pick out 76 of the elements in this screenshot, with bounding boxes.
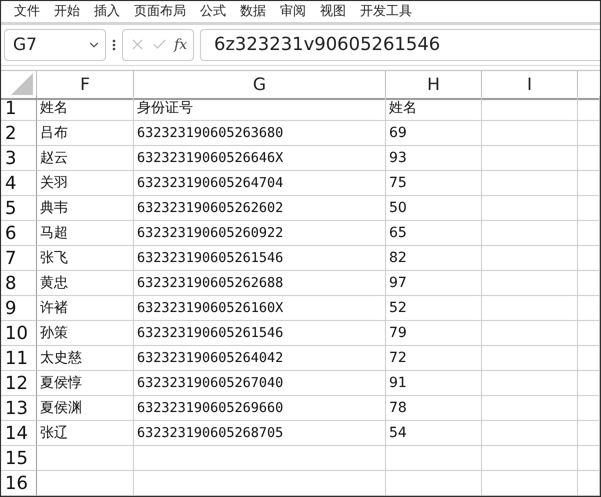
table-cell: 632323190605261546: [134, 246, 386, 271]
table-cell: 632323190605264042: [134, 346, 386, 371]
column-header[interactable]: I: [482, 71, 578, 100]
table-cell: 姓名: [37, 96, 134, 121]
table-cell: 63232319060526646X: [134, 146, 386, 171]
row-header[interactable]: 2: [1, 121, 37, 146]
row-header[interactable]: 5: [1, 196, 37, 221]
insert-function-button[interactable]: fx: [174, 36, 188, 53]
row-header[interactable]: 15: [1, 446, 37, 471]
table-cell: 63232319060526160X: [134, 296, 386, 321]
table-cell: 93: [386, 146, 482, 171]
table-cell: 632323190605262602: [134, 196, 386, 221]
table-cell: 78: [386, 396, 482, 421]
name-box[interactable]: G7: [4, 28, 106, 61]
table-cell: 夏侯惇: [37, 371, 134, 396]
menu-item[interactable]: 审阅: [273, 2, 313, 20]
column-header[interactable]: G: [134, 71, 386, 100]
table-cell: 75: [386, 171, 482, 196]
table-cell: 身份证号: [134, 96, 386, 121]
table-cell: 91: [386, 371, 482, 396]
row-header[interactable]: 11: [1, 346, 37, 371]
table-cell: 孙策: [37, 321, 134, 346]
menu-item[interactable]: 视图: [313, 2, 353, 20]
table-cell: 632323190605260922: [134, 221, 386, 246]
table-cell: 69: [386, 121, 482, 146]
menu-item[interactable]: 开发工具: [353, 2, 419, 20]
table-cell: 52: [386, 296, 482, 321]
row-header[interactable]: 6: [1, 221, 37, 246]
table-cell: 吕布: [37, 121, 134, 146]
table-cell: 82: [386, 246, 482, 271]
table-cell: 632323190605261546: [134, 321, 386, 346]
table-cell: 632323190605268705: [134, 421, 386, 446]
table-cell: 632323190605262688: [134, 271, 386, 296]
table-cell: 79: [386, 321, 482, 346]
table-cell: 典韦: [37, 196, 134, 221]
table-cell: 关羽: [37, 171, 134, 196]
row-header[interactable]: 1: [1, 96, 37, 121]
table-cell: 张飞: [37, 246, 134, 271]
row-header[interactable]: 16: [1, 471, 37, 496]
table-cell: 姓名: [386, 96, 482, 121]
column-header[interactable]: H: [386, 71, 482, 100]
table-cell: 65: [386, 221, 482, 246]
table-cell: 72: [386, 346, 482, 371]
menu-item[interactable]: 文件: [7, 2, 47, 20]
table-cell: 赵云: [37, 146, 134, 171]
row-header[interactable]: 7: [1, 246, 37, 271]
table-cell: 黄忠: [37, 271, 134, 296]
table-cell: 632323190605263680: [134, 121, 386, 146]
row-header[interactable]: 12: [1, 371, 37, 396]
table-cell: 632323190605267040: [134, 371, 386, 396]
table-cell: 632323190605264704: [134, 171, 386, 196]
menu-item[interactable]: 数据: [233, 2, 273, 20]
table-cell: 97: [386, 271, 482, 296]
table-cell: 54: [386, 421, 482, 446]
table-cell: 太史慈: [37, 346, 134, 371]
menu-item[interactable]: 插入: [87, 2, 127, 20]
table-cell: 50: [386, 196, 482, 221]
menu-item[interactable]: 页面布局: [127, 2, 193, 20]
column-header[interactable]: F: [37, 71, 134, 100]
table-cell: 马超: [37, 221, 134, 246]
menu-item[interactable]: 公式: [193, 2, 233, 20]
row-header[interactable]: 8: [1, 271, 37, 296]
row-header[interactable]: 13: [1, 396, 37, 421]
table-cell: 632323190605269660: [134, 396, 386, 421]
table-cell: 夏侯渊: [37, 396, 134, 421]
dots-icon: [112, 38, 116, 52]
row-header[interactable]: 14: [1, 421, 37, 446]
table-cell: 张辽: [37, 421, 134, 446]
table-cell: 许褚: [37, 296, 134, 321]
row-header[interactable]: 10: [1, 321, 37, 346]
select-all-icon[interactable]: [11, 73, 33, 95]
row-header[interactable]: 4: [1, 171, 37, 196]
formula-field[interactable]: 6z323231v90605261546: [200, 28, 600, 61]
row-header[interactable]: 3: [1, 146, 37, 171]
row-header[interactable]: 9: [1, 296, 37, 321]
menu-item[interactable]: 开始: [47, 2, 87, 20]
